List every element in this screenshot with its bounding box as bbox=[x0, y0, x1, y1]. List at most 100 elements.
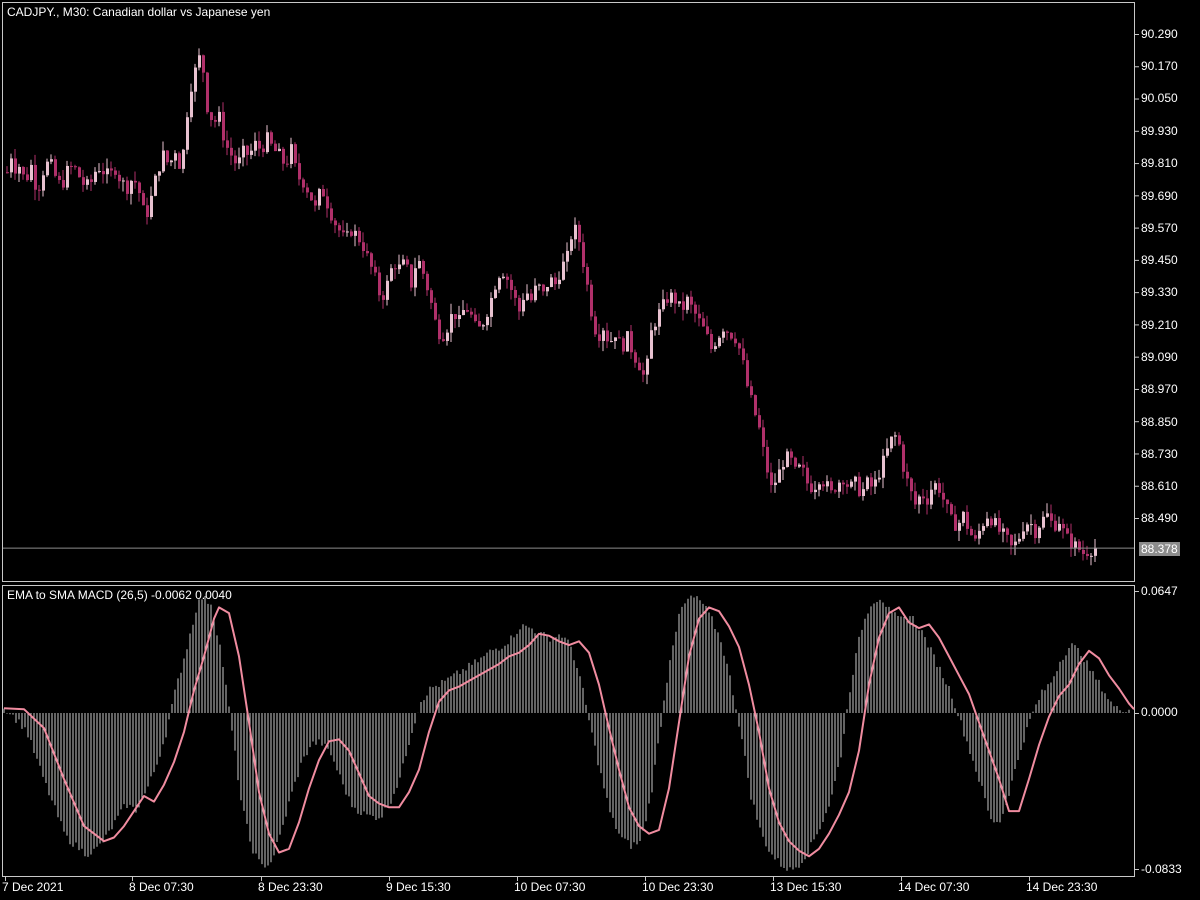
indicator-tick-label: -0.0833 bbox=[1141, 862, 1182, 876]
candle-body bbox=[1010, 534, 1013, 546]
candle-body bbox=[390, 268, 393, 281]
candle-body bbox=[30, 164, 33, 181]
candle-body bbox=[1066, 528, 1069, 534]
candle-body bbox=[218, 111, 221, 122]
candle-body bbox=[710, 333, 713, 350]
candle-body bbox=[734, 338, 737, 344]
candle-body bbox=[38, 189, 41, 191]
candle-body bbox=[566, 250, 569, 262]
candle-body bbox=[818, 484, 821, 490]
candle-body bbox=[118, 174, 121, 182]
candle-body bbox=[442, 339, 445, 341]
price-axis-tick bbox=[1135, 292, 1139, 294]
candle-body bbox=[410, 264, 413, 288]
candle-body bbox=[606, 330, 609, 342]
candle-body bbox=[698, 313, 701, 319]
candle-body bbox=[338, 225, 341, 231]
candle-body bbox=[174, 153, 177, 161]
candle-body bbox=[386, 280, 389, 300]
candle-body bbox=[638, 362, 641, 371]
price-axis-tick bbox=[1135, 130, 1139, 132]
candle-body bbox=[318, 189, 321, 206]
candle-body bbox=[1022, 531, 1025, 539]
candle-body bbox=[1074, 541, 1077, 548]
candle-body bbox=[678, 301, 681, 304]
candle-body bbox=[774, 482, 777, 486]
candle-body bbox=[46, 161, 49, 176]
candle-body bbox=[214, 119, 217, 122]
candle-body bbox=[886, 448, 889, 456]
candle-body bbox=[242, 145, 245, 158]
price-tick-label: 89.090 bbox=[1141, 350, 1178, 364]
candle-body bbox=[210, 112, 213, 120]
candle-body bbox=[554, 277, 557, 285]
indicator-axis-tick bbox=[1135, 713, 1139, 714]
price-axis-tick bbox=[1135, 98, 1139, 100]
candle-body bbox=[306, 187, 309, 193]
candle-body bbox=[302, 179, 305, 188]
candle-body bbox=[58, 175, 61, 181]
candle-body bbox=[394, 268, 397, 270]
candle-body bbox=[950, 504, 953, 515]
candle-body bbox=[1006, 528, 1009, 535]
price-tick-label: 89.210 bbox=[1141, 318, 1178, 332]
candle-body bbox=[1050, 513, 1053, 521]
indicator-axis-tick bbox=[1135, 869, 1139, 870]
candle-body bbox=[946, 499, 949, 505]
price-tick-label: 88.610 bbox=[1141, 479, 1178, 493]
candle-body bbox=[906, 471, 909, 479]
candle-body bbox=[822, 484, 825, 487]
time-tick-label: 10 Dec 23:30 bbox=[642, 880, 714, 894]
candle-body bbox=[514, 289, 517, 298]
candle-body bbox=[602, 330, 605, 341]
candle-body bbox=[558, 279, 561, 285]
price-tick-label: 88.850 bbox=[1141, 415, 1178, 429]
candle-body bbox=[142, 193, 145, 206]
candle-body bbox=[358, 230, 361, 243]
candle-body bbox=[154, 175, 157, 196]
candle-body bbox=[322, 189, 325, 197]
candle-body bbox=[810, 483, 813, 493]
price-tick-label: 89.690 bbox=[1141, 189, 1178, 203]
price-tick-label: 90.050 bbox=[1141, 91, 1178, 105]
candle-body bbox=[494, 289, 497, 298]
candle-body bbox=[138, 182, 141, 194]
candle-body bbox=[570, 239, 573, 251]
candle-body bbox=[998, 518, 1001, 532]
candle-body bbox=[94, 171, 97, 182]
candle-body bbox=[922, 496, 925, 499]
candle-body bbox=[814, 489, 817, 493]
candle-body bbox=[254, 140, 257, 151]
candle-body bbox=[54, 159, 57, 176]
candle-body bbox=[614, 337, 617, 342]
candle-body bbox=[222, 111, 225, 141]
chart-canvas bbox=[3, 34, 1139, 881]
price-axis-tick bbox=[1135, 259, 1139, 261]
candle-body bbox=[890, 436, 893, 449]
candle-body bbox=[246, 145, 249, 155]
candle-body bbox=[1094, 547, 1097, 556]
candle-body bbox=[1062, 523, 1065, 529]
price-axis-tick bbox=[1135, 356, 1139, 358]
candle-body bbox=[150, 195, 153, 218]
candle-body bbox=[714, 346, 717, 350]
candle-body bbox=[1026, 524, 1029, 532]
candle-body bbox=[62, 180, 65, 188]
candle-body bbox=[450, 314, 453, 333]
candle-body bbox=[670, 292, 673, 303]
candle-body bbox=[86, 179, 89, 185]
candle-body bbox=[418, 261, 421, 269]
candle-body bbox=[458, 315, 461, 320]
candle-body bbox=[454, 314, 457, 320]
candle-body bbox=[1090, 555, 1093, 557]
candle-body bbox=[794, 457, 797, 467]
candle-body bbox=[290, 144, 293, 164]
candle-body bbox=[582, 242, 585, 267]
candle-body bbox=[702, 318, 705, 327]
candle-body bbox=[198, 55, 201, 68]
candle-body bbox=[562, 261, 565, 280]
price-tick-label: 88.730 bbox=[1141, 447, 1178, 461]
candle-body bbox=[830, 481, 833, 491]
candle-body bbox=[134, 180, 137, 183]
candle-body bbox=[610, 341, 613, 343]
